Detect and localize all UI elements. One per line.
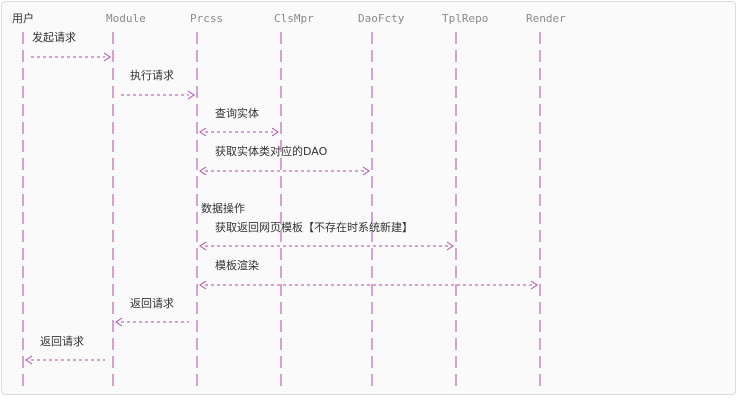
message-label-6: 模板渲染: [215, 258, 259, 272]
participant-4: DaoFcty: [358, 12, 405, 25]
participant-3: ClsMpr: [274, 12, 314, 25]
participant-5: TplRepo: [442, 12, 488, 25]
message-label-4: 数据操作: [201, 201, 245, 215]
message-label-1: 执行请求: [130, 68, 174, 82]
message-label-0: 发起请求: [32, 30, 76, 44]
participant-6: Render: [526, 12, 566, 25]
message-label-7: 返回请求: [130, 297, 174, 310]
message-label-8: 返回请求: [40, 335, 84, 348]
participant-0: 用户: [12, 11, 34, 25]
participant-1: Module: [106, 12, 146, 25]
sequence-diagram: 用户 Module Prcss ClsMpr DaoFcty TplRepo Render …: [12, 11, 566, 388]
message-label-5: 获取返回网页模板【不存在时系统新建】: [215, 220, 413, 234]
participant-2: Prcss: [190, 12, 223, 25]
message-label-3: 获取实体类对应的DAO: [215, 144, 328, 158]
message-label-2: 查询实体: [215, 106, 259, 120]
